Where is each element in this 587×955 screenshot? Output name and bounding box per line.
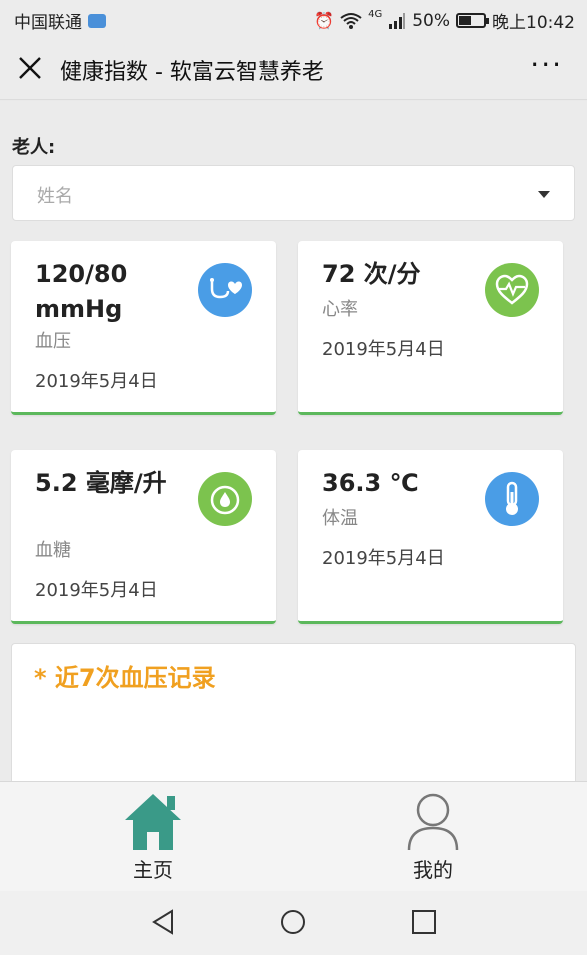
thermometer-icon [485,472,539,526]
battery-percent: 50% [412,10,450,31]
carrier-label: 中国联通 [14,13,82,33]
main-content: 老人: 姓名 120/80 mmHg 血压 2019年5月4日 72 次/分 心… [0,101,587,803]
heart-rate-label: 心率 [322,299,358,320]
temperature-date: 2019年5月4日 [322,548,445,569]
home-icon [125,794,181,850]
blood-pressure-record-panel: * 近7次血压记录 [11,643,576,803]
record-title: * 近7次血压记录 [34,664,216,692]
temperature-label: 体温 [322,508,358,529]
heart-rate-date: 2019年5月4日 [322,339,445,360]
battery-icon [456,13,489,28]
chevron-down-icon [538,191,550,198]
alarm-icon: ⏰ [314,11,335,30]
system-nav-bar [0,891,587,955]
blood-pressure-label: 血压 [35,331,71,352]
temperature-card[interactable]: 36.3 ℃ 体温 2019年5月4日 [298,450,563,624]
blood-sugar-label: 血糖 [35,540,71,561]
elder-name-select[interactable]: 姓名 [12,165,575,221]
tab-mine[interactable]: 我的 [373,788,493,884]
blood-pressure-date: 2019年5月4日 [35,371,158,392]
tab-bar: 主页 我的 [0,781,587,891]
tab-mine-label: 我的 [413,858,453,882]
tab-home-label: 主页 [133,858,173,882]
blood-drop-icon [198,472,252,526]
blood-pressure-card[interactable]: 120/80 mmHg 血压 2019年5月4日 [11,241,276,415]
recents-square-icon[interactable] [411,909,437,935]
blood-sugar-value: 5.2 毫摩/升 [35,469,167,497]
status-bar: 中国联通 ⏰ 4G 50% 晚上10:42 [0,0,587,40]
page-title: 健康指数 - 软富云智慧养老 [60,60,324,85]
temperature-value: 36.3 ℃ [322,469,419,497]
heart-stethoscope-icon [198,263,252,317]
heart-rate-card[interactable]: 72 次/分 心率 2019年5月4日 [298,241,563,415]
back-icon[interactable] [150,909,176,935]
clock: 晚上10:42 [492,13,575,33]
heart-rate-value: 72 次/分 [322,260,421,288]
blood-sugar-date: 2019年5月4日 [35,580,158,601]
network-type-label: 4G [368,9,383,20]
title-bar: 健康指数 - 软富云智慧养老 ··· [0,40,587,100]
close-icon[interactable] [16,54,44,82]
wifi-icon [340,12,362,29]
tab-home[interactable]: 主页 [93,788,213,884]
home-circle-icon[interactable] [280,909,306,935]
name-placeholder: 姓名 [37,186,73,207]
carrier-badge-icon [88,13,106,28]
blood-sugar-card[interactable]: 5.2 毫摩/升 血糖 2019年5月4日 [11,450,276,624]
user-icon [407,793,459,851]
signal-icon [389,12,406,29]
more-menu-icon[interactable]: ··· [530,48,563,81]
blood-pressure-value: 120/80 mmHg [35,260,128,323]
heart-rate-icon [485,263,539,317]
elder-label: 老人: [12,137,56,158]
